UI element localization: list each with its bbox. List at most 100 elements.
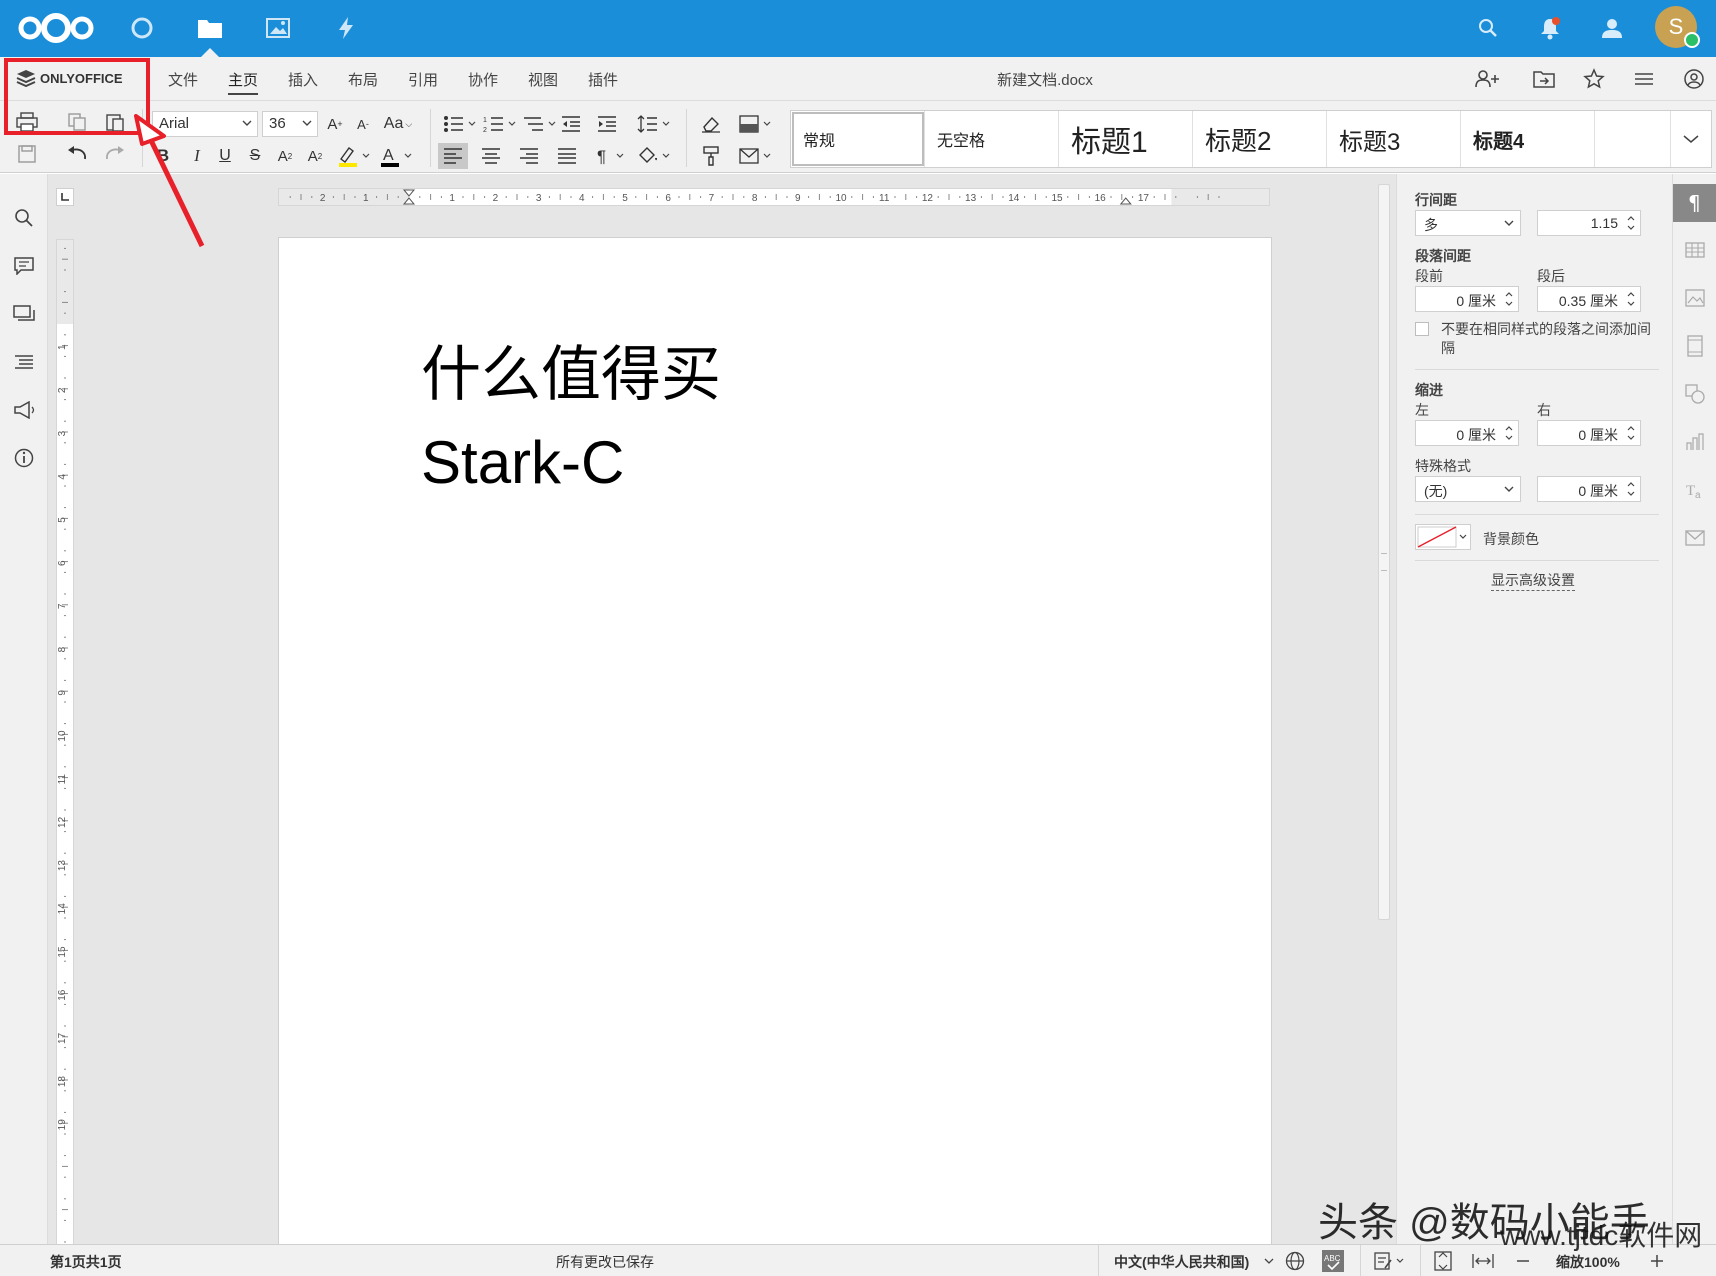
increase-font-icon[interactable]: A +: [320, 111, 350, 137]
align-center-icon[interactable]: [476, 143, 506, 169]
track-changes-icon[interactable]: [1372, 1250, 1406, 1272]
mail-merge-icon[interactable]: [736, 143, 776, 169]
no-space-same-style-checkbox[interactable]: [1415, 322, 1429, 336]
style-heading-4[interactable]: 标题4: [1461, 111, 1595, 167]
dashboard-icon[interactable]: [124, 10, 160, 46]
document-line-title[interactable]: 什么值得买: [421, 326, 721, 413]
header-footer-settings-icon[interactable]: [1681, 332, 1709, 360]
line-spacing-icon[interactable]: [634, 111, 674, 137]
zoom-level[interactable]: 缩放100%: [1556, 1252, 1620, 1272]
comments-icon[interactable]: [10, 252, 38, 280]
indent-left-input[interactable]: 0 厘米: [1415, 420, 1519, 446]
font-color-icon[interactable]: A: [376, 143, 416, 169]
undo-icon[interactable]: [62, 141, 92, 167]
save-icon[interactable]: [12, 141, 42, 167]
special-format-amount-input[interactable]: 0 厘米: [1537, 476, 1641, 502]
font-size-combo[interactable]: 36: [262, 111, 318, 137]
add-user-icon[interactable]: [1474, 66, 1502, 92]
shading-icon[interactable]: [634, 143, 674, 169]
spacing-before-input[interactable]: 0 厘米: [1415, 286, 1519, 312]
globe-language-icon[interactable]: [1284, 1250, 1306, 1272]
right-indent-marker[interactable]: [1119, 197, 1132, 205]
advanced-settings-link[interactable]: 显示高级设置: [1491, 570, 1575, 591]
color-scheme-icon[interactable]: [736, 111, 776, 137]
justify-icon[interactable]: [552, 143, 582, 169]
vertical-scrollbar[interactable]: [1378, 184, 1390, 920]
style-heading-1[interactable]: 标题1: [1059, 111, 1193, 167]
copy-style-icon[interactable]: [696, 143, 726, 169]
page-info[interactable]: 第1页共1页: [50, 1252, 122, 1272]
about-info-icon[interactable]: [10, 444, 38, 472]
paragraph-settings-icon[interactable]: ¶: [1681, 189, 1709, 217]
activity-icon[interactable]: [328, 10, 364, 46]
feedback-icon[interactable]: [10, 396, 38, 424]
align-left-icon[interactable]: [438, 143, 468, 169]
background-color-picker[interactable]: [1415, 524, 1471, 550]
special-format-select[interactable]: (无): [1415, 476, 1521, 502]
underline-icon[interactable]: U: [210, 143, 240, 169]
style-no-spacing[interactable]: 无空格: [925, 111, 1059, 167]
superscript-icon[interactable]: A2: [270, 143, 300, 169]
tab-collaboration[interactable]: 协作: [468, 69, 498, 90]
change-case-icon[interactable]: Aa ⌵: [378, 111, 418, 137]
mail-merge-settings-icon[interactable]: [1681, 524, 1709, 552]
menu-icon[interactable]: [1630, 66, 1658, 92]
document-language[interactable]: 中文(中华人民共和国): [1114, 1252, 1249, 1272]
numbering-icon[interactable]: 12: [480, 111, 520, 137]
chat-icon[interactable]: [10, 300, 38, 328]
subscript-icon[interactable]: A2: [300, 143, 330, 169]
increase-indent-icon[interactable]: [592, 111, 622, 137]
tab-layout[interactable]: 布局: [348, 69, 378, 90]
fit-to-page-icon[interactable]: [1432, 1250, 1454, 1272]
decrease-font-icon[interactable]: A-: [348, 111, 378, 137]
favorite-star-icon[interactable]: [1580, 66, 1608, 92]
highlight-color-icon[interactable]: [334, 143, 374, 169]
table-settings-icon[interactable]: [1681, 236, 1709, 264]
text-art-settings-icon[interactable]: Ta: [1681, 476, 1709, 504]
search-icon[interactable]: [1470, 10, 1506, 46]
strikethrough-icon[interactable]: S: [240, 143, 270, 169]
status-separator: [1420, 1245, 1421, 1276]
vertical-ruler[interactable]: 1 2 3 4 5 6 7 8 9 10 11 12 13 14 15 16 17 18 19: [56, 239, 74, 1244]
contacts-icon[interactable]: [1594, 10, 1630, 46]
style-heading-2[interactable]: 标题2: [1193, 111, 1327, 167]
bullets-icon[interactable]: [440, 111, 480, 137]
line-spacing-type-select[interactable]: 多: [1415, 210, 1521, 236]
redo-icon[interactable]: [100, 141, 130, 167]
horizontal-ruler[interactable]: 2 1 1 2 3 4 5 6 7 8 9 10 11 12 13 14 15 16 17: [278, 188, 1270, 206]
document-page[interactable]: 什么值得买 Stark-C: [278, 237, 1272, 1244]
tab-insert[interactable]: 插入: [288, 69, 318, 90]
navigation-icon[interactable]: [10, 348, 38, 376]
notifications-icon[interactable]: [1532, 10, 1568, 46]
chart-settings-icon[interactable]: [1681, 428, 1709, 456]
search-icon[interactable]: [10, 204, 38, 232]
image-settings-icon[interactable]: [1681, 284, 1709, 312]
indent-right-input[interactable]: 0 厘米: [1537, 420, 1641, 446]
nextcloud-logo-icon[interactable]: [16, 10, 96, 46]
files-icon[interactable]: [192, 10, 228, 46]
spacing-after-input[interactable]: 0.35 厘米: [1537, 286, 1641, 312]
tab-file[interactable]: 文件: [168, 69, 198, 90]
tab-stop-selector[interactable]: [56, 188, 74, 206]
scrollbar-thumb-grip[interactable]: [1381, 553, 1387, 571]
fit-to-width-icon[interactable]: [1472, 1250, 1494, 1272]
tab-plugins[interactable]: 插件: [588, 69, 618, 90]
style-heading-3[interactable]: 标题3: [1327, 111, 1461, 167]
multilevel-list-icon[interactable]: [520, 111, 560, 137]
align-right-icon[interactable]: [514, 143, 544, 169]
tab-references[interactable]: 引用: [408, 69, 438, 90]
style-normal[interactable]: 常规: [791, 111, 925, 167]
tab-view[interactable]: 视图: [528, 69, 558, 90]
decrease-indent-icon[interactable]: [556, 111, 586, 137]
style-gallery-expand-button[interactable]: [1671, 111, 1711, 167]
spell-check-icon[interactable]: ABC: [1322, 1250, 1344, 1272]
clear-style-icon[interactable]: [696, 111, 726, 137]
shape-settings-icon[interactable]: [1681, 380, 1709, 408]
tab-home[interactable]: 主页: [228, 69, 259, 95]
document-line-author[interactable]: Stark-C: [421, 428, 624, 497]
paragraph-marks-icon[interactable]: ¶: [594, 143, 630, 169]
open-location-icon[interactable]: [1530, 66, 1558, 92]
photos-icon[interactable]: [260, 10, 296, 46]
line-spacing-value-input[interactable]: 1.15: [1537, 210, 1641, 236]
user-account-icon[interactable]: [1680, 66, 1708, 92]
